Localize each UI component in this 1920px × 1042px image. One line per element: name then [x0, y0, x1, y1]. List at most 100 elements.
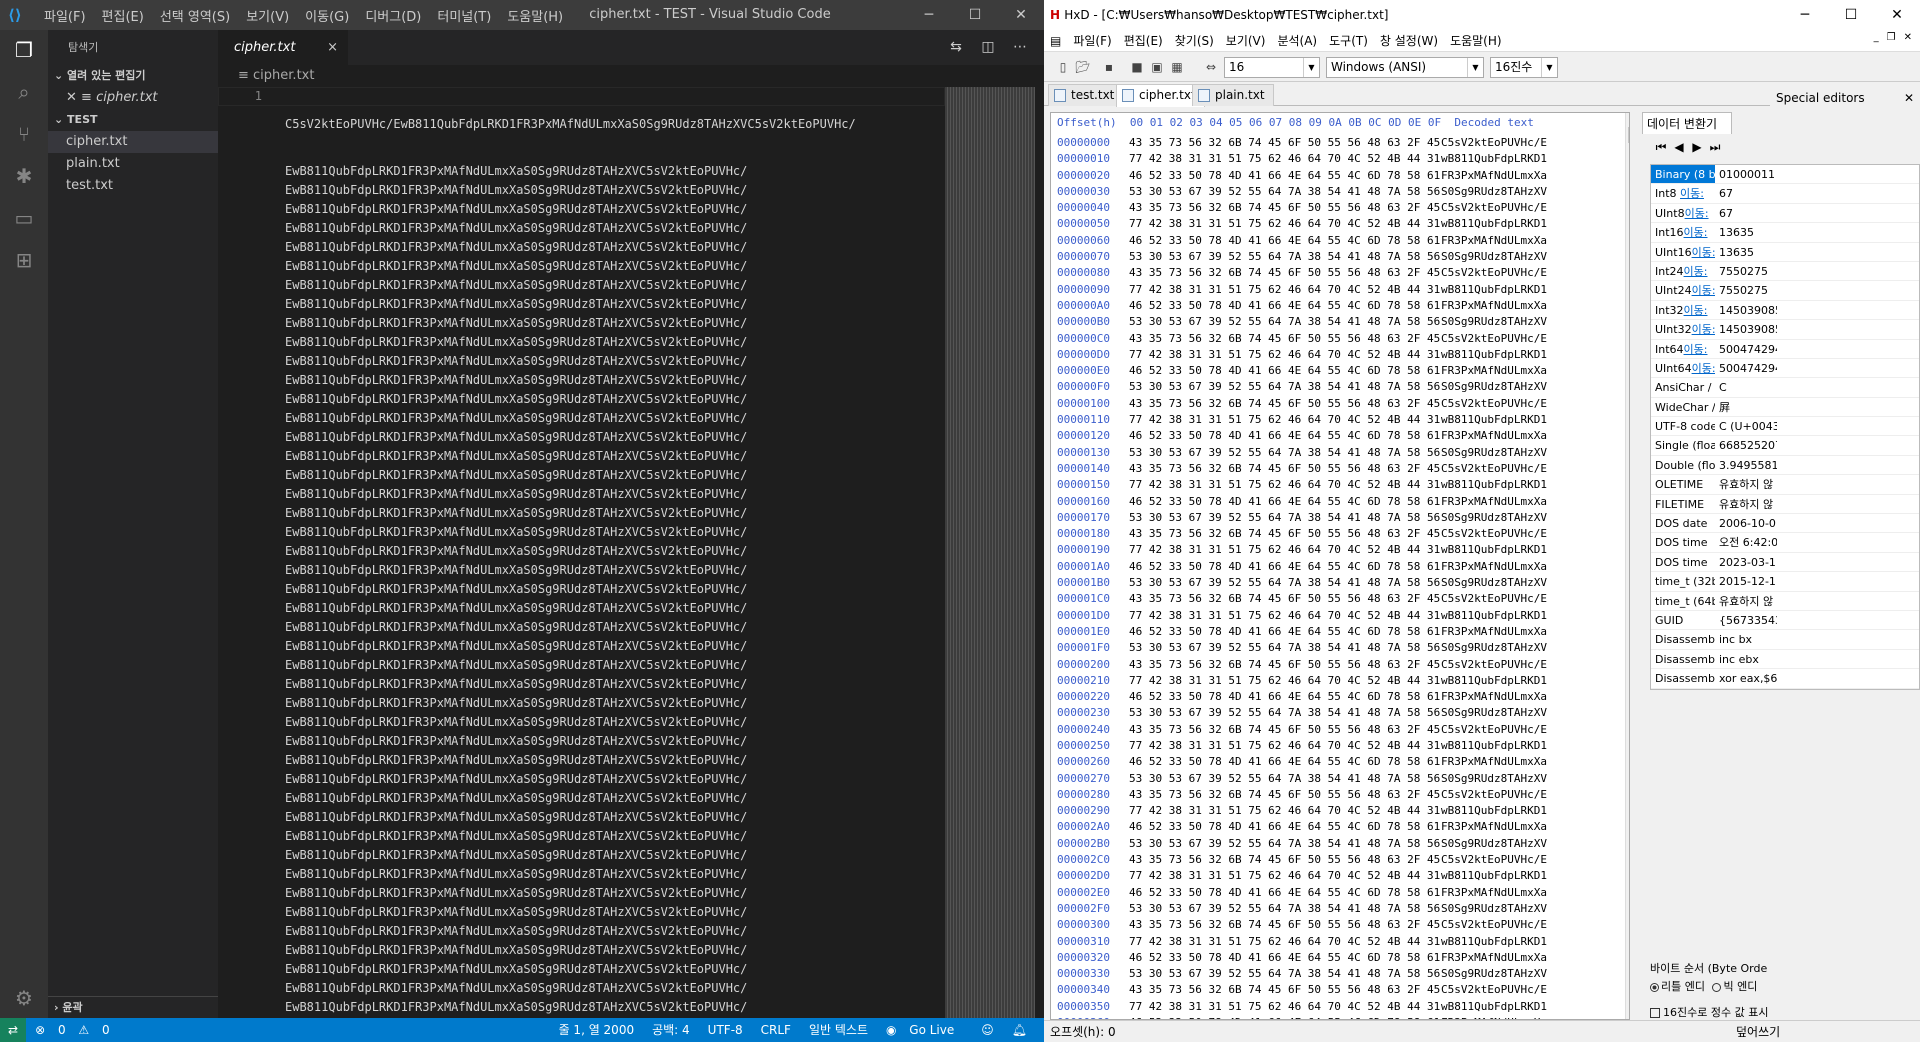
open-file-icon[interactable]: 📂︎: [1074, 58, 1092, 76]
indentation[interactable]: 공백: 4: [643, 1018, 699, 1042]
goto-link[interactable]: 이동:: [1692, 246, 1715, 259]
hex-ascii[interactable]: C5sV2ktEoPUVHc/E: [1441, 396, 1547, 412]
hex-ascii[interactable]: S0Sg9RUdz8TAHzXV: [1441, 901, 1547, 917]
hex-ascii[interactable]: wB811QubFdpLRKD1: [1441, 673, 1547, 689]
hex-bytes[interactable]: 46 52 33 50 78 4D 41 66 4E 64 55 4C 6D 7…: [1129, 559, 1440, 575]
menu-edit[interactable]: 편집(E): [94, 6, 152, 25]
hex-bytes[interactable]: 53 30 53 67 39 52 55 64 7A 38 54 41 48 7…: [1129, 640, 1440, 656]
hex-ascii[interactable]: FR3PxMAfNdULmxXa: [1441, 950, 1547, 966]
inspector-value[interactable]: 屛: [1717, 398, 1777, 416]
inspector-row[interactable]: UInt24이동: 7550275: [1651, 281, 1919, 301]
hex-ascii[interactable]: S0Sg9RUdz8TAHzXV: [1441, 836, 1547, 852]
hex-bytes[interactable]: 46 52 33 50 78 4D 41 66 4E 64 55 4C 6D 7…: [1129, 168, 1440, 184]
inspector-row[interactable]: Int24이동: 7550275: [1651, 262, 1919, 282]
inspector-value[interactable]: 500474294: [1717, 340, 1777, 358]
hex-ascii[interactable]: S0Sg9RUdz8TAHzXV: [1441, 966, 1547, 982]
columns-select[interactable]: 16 ▼: [1224, 57, 1320, 78]
maximize-icon[interactable]: ☐: [952, 0, 998, 30]
hex-bytes[interactable]: 53 30 53 67 39 52 55 64 7A 38 54 41 48 7…: [1129, 901, 1440, 917]
hex-ascii[interactable]: FR3PxMAfNdULmxXa: [1441, 494, 1547, 510]
hex-bytes[interactable]: 43 35 73 56 32 6B 74 45 6F 50 55 56 48 6…: [1129, 396, 1440, 412]
hxd-menu-view[interactable]: 보기(V): [1220, 32, 1272, 49]
hex-row[interactable]: 00000130 53 30 53 67 39 52 55 64 7A 38 54…: [1051, 445, 1629, 461]
hex-bytes[interactable]: 53 30 53 67 39 52 55 64 7A 38 54 41 48 7…: [1129, 510, 1440, 526]
hex-bytes[interactable]: 43 35 73 56 32 6B 74 45 6F 50 55 56 48 6…: [1129, 591, 1440, 607]
hex-ascii[interactable]: wB811QubFdpLRKD1: [1441, 542, 1547, 558]
hex-ascii[interactable]: S0Sg9RUdz8TAHzXV: [1441, 314, 1547, 330]
inspector-row[interactable]: UTF-8 code C (U+0043: [1651, 417, 1919, 437]
hex-ascii[interactable]: S0Sg9RUdz8TAHzXV: [1441, 379, 1547, 395]
tab-plain[interactable]: plain.txt: [1192, 84, 1274, 106]
hex-ascii[interactable]: FR3PxMAfNdULmxXa: [1441, 689, 1547, 705]
menu-go[interactable]: 이동(G): [297, 6, 357, 25]
hex-row[interactable]: 000002F0 53 30 53 67 39 52 55 64 7A 38 54…: [1051, 901, 1629, 917]
tab-test[interactable]: test.txt: [1048, 84, 1124, 106]
hex-row[interactable]: 00000220 46 52 33 50 78 4D 41 66 4E 64 55…: [1051, 689, 1629, 705]
hex-row[interactable]: 00000290 77 42 38 31 31 51 75 62 46 64 70…: [1051, 803, 1629, 819]
first-icon[interactable]: ⏮: [1652, 140, 1670, 155]
hex-ascii[interactable]: S0Sg9RUdz8TAHzXV: [1441, 249, 1547, 265]
close-icon[interactable]: ✕: [1874, 0, 1920, 30]
source-control-icon[interactable]: ⑂: [10, 120, 38, 148]
hex-bytes[interactable]: 46 52 33 50 78 4D 41 66 4E 64 55 4C 6D 7…: [1129, 885, 1440, 901]
hex-ascii[interactable]: wB811QubFdpLRKD1: [1441, 347, 1547, 363]
hex-row[interactable]: 00000070 53 30 53 67 39 52 55 64 7A 38 54…: [1051, 249, 1629, 265]
hex-bytes[interactable]: 46 52 33 50 78 4D 41 66 4E 64 55 4C 6D 7…: [1129, 624, 1440, 640]
hex-row[interactable]: 000002D0 77 42 38 31 31 51 75 62 46 64 70…: [1051, 868, 1629, 884]
close-icon[interactable]: ✕: [998, 0, 1044, 30]
hex-row[interactable]: 00000170 53 30 53 67 39 52 55 64 7A 38 54…: [1051, 510, 1629, 526]
hex-ascii[interactable]: C5sV2ktEoPUVHc/E: [1441, 852, 1547, 868]
goto-link[interactable]: 이동:: [1692, 362, 1715, 375]
hex-bytes[interactable]: 43 35 73 56 32 6B 74 45 6F 50 55 56 48 6…: [1129, 135, 1440, 151]
hex-ascii[interactable]: wB811QubFdpLRKD1: [1441, 151, 1547, 167]
minimize-icon[interactable]: _: [1870, 32, 1883, 43]
hex-ascii[interactable]: wB811QubFdpLRKD1: [1441, 608, 1547, 624]
menu-file[interactable]: 파일(F): [36, 6, 94, 25]
hxd-menu-edit[interactable]: 편집(E): [1118, 32, 1169, 49]
code-editor[interactable]: 1 C5sV2ktEoPUVHc/EwB811QubFdpLRKD1FR3PxM…: [218, 87, 1044, 1018]
inspector-row[interactable]: FILETIME 유효하지 않: [1651, 495, 1919, 515]
hex-row[interactable]: 000001D0 77 42 38 31 31 51 75 62 46 64 70…: [1051, 608, 1629, 624]
inspector-row[interactable]: Int32이동:1450390851: [1651, 301, 1919, 321]
hex-bytes[interactable]: 77 42 38 31 31 51 75 62 46 64 70 4C 52 4…: [1129, 282, 1440, 298]
inspector-value[interactable]: 13635: [1717, 243, 1777, 261]
hex-ascii[interactable]: FR3PxMAfNdULmxXa: [1441, 233, 1547, 249]
line-ending[interactable]: CRLF: [752, 1018, 800, 1042]
hex-bytes[interactable]: 77 42 38 31 31 51 75 62 46 64 70 4C 52 4…: [1129, 999, 1440, 1015]
inspector-value[interactable]: 7550275: [1717, 281, 1777, 299]
hex-ascii[interactable]: wB811QubFdpLRKD1: [1441, 999, 1547, 1015]
inspector-row[interactable]: Double (flo3.94955810: [1651, 456, 1919, 476]
hex-ascii[interactable]: FR3PxMAfNdULmxXa: [1441, 428, 1547, 444]
inspector-value[interactable]: 2023-03-1: [1717, 553, 1777, 571]
menu-debug[interactable]: 디버그(D): [357, 6, 429, 25]
hex-ascii[interactable]: wB811QubFdpLRKD1: [1441, 868, 1547, 884]
inspector-value[interactable]: 500474294: [1717, 359, 1777, 377]
goto-link[interactable]: 이동:: [1684, 265, 1708, 278]
hxd-menu-search[interactable]: 찾기(S): [1169, 32, 1220, 49]
previous-icon[interactable]: ◀: [1670, 140, 1688, 155]
more-icon[interactable]: ⋯: [1004, 30, 1036, 65]
hex-bytes[interactable]: 43 35 73 56 32 6B 74 45 6F 50 55 56 48 6…: [1129, 526, 1440, 542]
hex-row[interactable]: 00000120 46 52 33 50 78 4D 41 66 4E 64 55…: [1051, 428, 1629, 444]
disk-icon[interactable]: ▣: [1148, 58, 1166, 76]
debug-icon[interactable]: ✱: [10, 162, 38, 190]
hex-bytes[interactable]: 77 42 38 31 31 51 75 62 46 64 70 4C 52 4…: [1129, 412, 1440, 428]
inspector-value[interactable]: 7550275: [1717, 262, 1777, 280]
hex-row[interactable]: 00000270 53 30 53 67 39 52 55 64 7A 38 54…: [1051, 771, 1629, 787]
inspector-value[interactable]: 6685252077: [1717, 436, 1777, 454]
extensions-icon[interactable]: ⊞: [10, 246, 38, 274]
language-mode[interactable]: 일반 텍스트: [800, 1018, 877, 1042]
inspector-row[interactable]: DOS time 오전 6:42:0: [1651, 533, 1919, 553]
hex-ascii[interactable]: wB811QubFdpLRKD1: [1441, 803, 1547, 819]
cursor-position[interactable]: 줄 1, 열 2000: [550, 1018, 644, 1042]
hxd-menu-file[interactable]: 파일(F): [1067, 32, 1117, 49]
hex-row[interactable]: 000001A0 46 52 33 50 78 4D 41 66 4E 64 55…: [1051, 559, 1629, 575]
hex-row[interactable]: 00000330 53 30 53 67 39 52 55 64 7A 38 54…: [1051, 966, 1629, 982]
hex-row[interactable]: 00000050 77 42 38 31 31 51 75 62 46 64 70…: [1051, 216, 1629, 232]
hex-bytes[interactable]: 53 30 53 67 39 52 55 64 7A 38 54 41 48 7…: [1129, 705, 1440, 721]
ram-icon[interactable]: ▦: [1168, 58, 1186, 76]
maximize-icon[interactable]: ☐: [1828, 0, 1874, 30]
hex-bytes[interactable]: 43 35 73 56 32 6B 74 45 6F 50 55 56 48 6…: [1129, 917, 1440, 933]
hex-ascii[interactable]: FR3PxMAfNdULmxXa: [1441, 168, 1547, 184]
hex-ascii[interactable]: wB811QubFdpLRKD1: [1441, 477, 1547, 493]
